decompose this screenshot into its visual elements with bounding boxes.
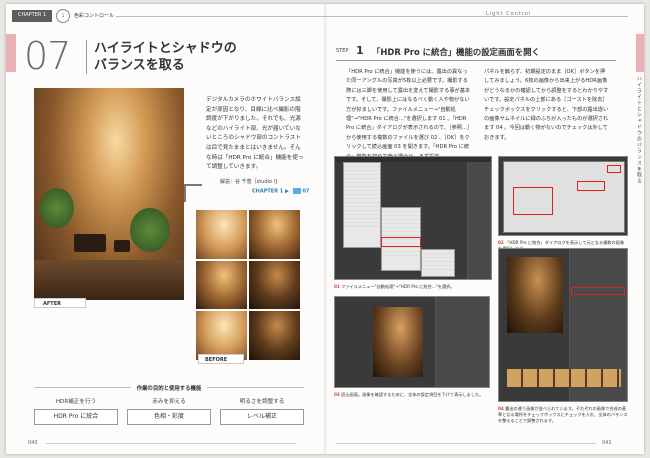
feature-tool-box: 色相・彩度 (127, 409, 211, 425)
screenshot-03 (334, 296, 490, 388)
section-title-line2: バランスを取る (94, 58, 185, 73)
hdr-submenu (421, 249, 455, 277)
section-number: 07 (24, 34, 71, 78)
section-accent (6, 34, 16, 72)
side-running-title: ハイライトとシャドウのバランスを取る (636, 76, 642, 184)
chapter-tab: CHAPTER 1 (12, 10, 53, 22)
before-photo (196, 311, 247, 360)
caption-01: 01 ファイルメニュー"自動処理"→"HDR Pro に統合..."を選択。 (334, 284, 492, 290)
step-title: 「HDR Pro に統合」機能の設定画面を開く (372, 47, 540, 57)
screenshot-04 (498, 248, 628, 402)
after-label: AFTER (34, 298, 86, 308)
after-photo (34, 88, 184, 300)
preview-image (507, 257, 563, 333)
highlight-box (513, 187, 553, 215)
page-number-left: 040 (28, 440, 38, 446)
photo-plant (130, 208, 170, 252)
caption-number: 04 (498, 406, 504, 411)
chapter-reference: CHAPTER 1 ▶ 07 (252, 188, 309, 195)
feature-heading-text: 作業の目的と使用する機能 (130, 386, 208, 392)
caption-number: 01 (334, 284, 340, 289)
feature-tool-box: HDR Pro に統合 (34, 409, 118, 425)
chapter-icon: 1 (56, 9, 70, 23)
before-label: BEFORE (198, 354, 244, 364)
before-photo (196, 210, 247, 259)
body-column-2: パネルを触らず、初期設定のまま［OK］ボタンを押してみましょう。6枚の画像から出… (484, 69, 609, 141)
feature-label: 赤みを抑える (152, 399, 186, 405)
chapter-reference-number: 07 (302, 188, 310, 195)
gutter (324, 4, 327, 454)
section-divider (86, 40, 87, 74)
exposure-thumbnails (507, 369, 621, 387)
highlight-box (607, 165, 621, 173)
settings-panel (435, 297, 489, 387)
screenshot-02 (498, 156, 628, 236)
highlight-box (571, 287, 625, 295)
file-menu (343, 162, 381, 248)
caption-text: 露出の違う画像が並べられています。それぞれの画像で合成の基準となる場所をチェック… (498, 406, 628, 423)
header-rule (116, 16, 628, 17)
photo-table (114, 240, 130, 252)
photo-sofa (74, 234, 106, 252)
chapter-title: 色彩コントロール (74, 13, 115, 19)
caption-04: 04 露出の違う画像が並べられています。それぞれの画像で合成の基準となる場所をチ… (498, 406, 628, 424)
feature-heading: 作業の目的と使用する機能 (34, 384, 304, 392)
section-accent-right (636, 34, 644, 72)
photo-plant (40, 188, 74, 228)
magazine-spread: CHAPTER 1 1 色彩コントロール Light Control 07 ハイ… (6, 4, 644, 454)
step-number: 1 (356, 44, 364, 57)
side-panel (467, 162, 491, 279)
feature-label: 明るさを調整する (239, 399, 285, 405)
section-title: ハイライトとシャドウの バランスを取る (94, 40, 294, 74)
feature-tool-box: レベル補正 (220, 409, 304, 425)
folder-icon (292, 188, 301, 194)
caption-text: ファイルメニュー"自動処理"→"HDR Pro に統合..."を選択。 (341, 284, 455, 289)
footer-rule-right (336, 443, 596, 444)
page-number-right: 041 (602, 440, 612, 446)
step-rule (336, 60, 616, 61)
photo-floor (34, 260, 184, 300)
arrow-icon (184, 184, 202, 202)
footer-rule-left (46, 443, 296, 444)
before-photo (249, 210, 300, 259)
feature-label: HDR補正を行う (55, 399, 97, 405)
section-title-line1: ハイライトとシャドウの (94, 41, 237, 56)
author-credit: 解説：谷 千恵［studio Ⅰ] (220, 179, 277, 185)
preview-image (373, 307, 423, 377)
screenshot-01 (334, 156, 492, 280)
running-title: Light Control (486, 11, 532, 17)
highlight-box (381, 237, 421, 247)
before-photo (196, 260, 247, 310)
before-photo-grid (196, 210, 300, 360)
highlight-box (577, 181, 605, 191)
caption-number: 02 (498, 240, 504, 245)
caption-03: 03 読込画面。画像を確認するために、全体の設定項目を下げて表示しました。 (334, 392, 490, 398)
caption-number: 03 (334, 392, 340, 397)
before-photo (249, 311, 300, 360)
caption-text: 読込画面。画像を確認するために、全体の設定項目を下げて表示しました。 (341, 392, 484, 397)
intro-text: デジタルカメラのホワイトバランス設定が原因となり、目線に比べ撮影の階調度が下がり… (206, 97, 304, 171)
step-badge: STEP (336, 48, 349, 54)
body-column-1: 「HDR Pro に統合」機能を使うには、露出の異なった同一アングルの写真が5枚… (346, 69, 471, 160)
before-photo (249, 260, 300, 310)
chapter-reference-label: CHAPTER 1 ▶ (252, 188, 289, 195)
